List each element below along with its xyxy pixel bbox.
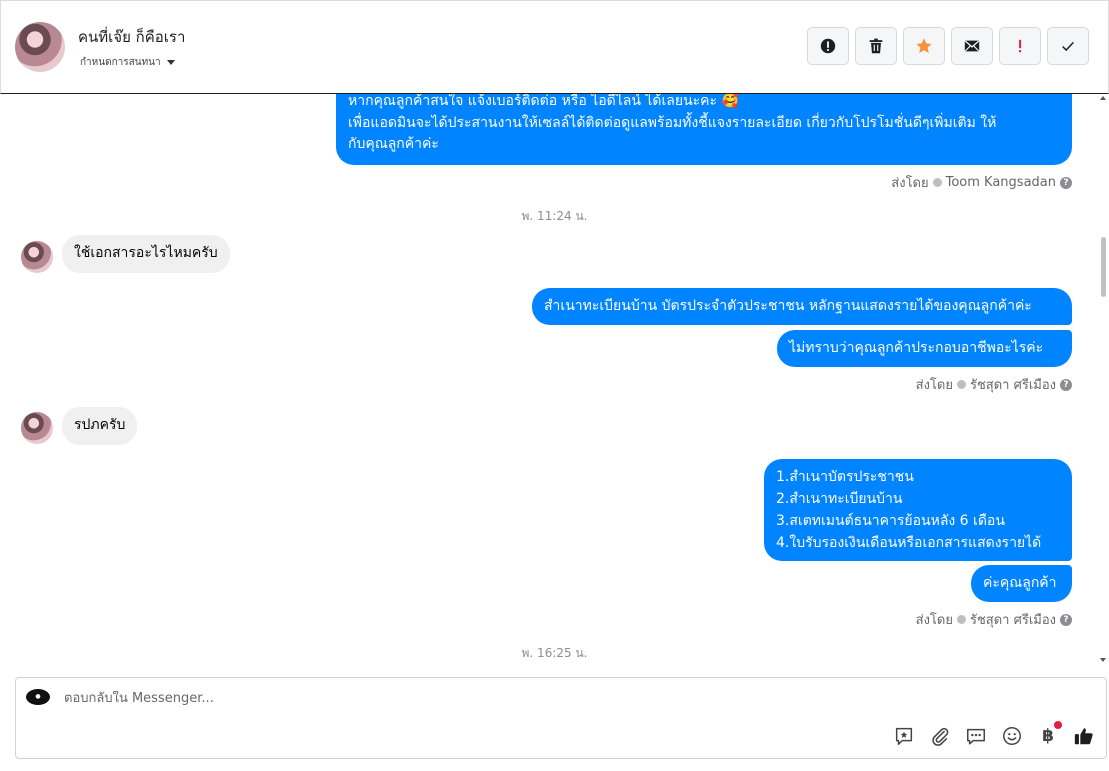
envelope-icon bbox=[964, 40, 980, 52]
alert-circle-icon bbox=[820, 38, 836, 54]
reply-input[interactable] bbox=[64, 691, 764, 706]
like-icon bbox=[1074, 728, 1093, 745]
incoming-message[interactable]: รปภครับ bbox=[62, 407, 138, 445]
message-line: 4.ใบรับรองเงินเดือนหรือเอกสารแสดงรายได้ bbox=[776, 535, 1042, 551]
message-line: 2.สำเนาทะเบียนบ้าน bbox=[776, 491, 903, 507]
quick-reply-button[interactable] bbox=[964, 724, 988, 748]
attachment-button[interactable] bbox=[928, 724, 952, 748]
outgoing-message[interactable]: ค่ะคุณลูกค้า bbox=[971, 565, 1072, 602]
payment-icon: ฿ bbox=[1042, 726, 1054, 746]
sent-by-prefix: ส่งโดย bbox=[915, 378, 953, 393]
help-icon[interactable]: ? bbox=[1060, 378, 1072, 391]
sender-status-icon bbox=[956, 380, 966, 389]
saved-reply-button[interactable] bbox=[892, 724, 916, 748]
contact-name[interactable]: คนที่เจ๊ย ก็คือเรา bbox=[78, 25, 185, 49]
help-icon[interactable]: ? bbox=[1060, 613, 1072, 626]
scrollbar[interactable] bbox=[1100, 94, 1108, 664]
sent-by-label: ส่งโดย รัชสุดา ศรีเมือง ? bbox=[916, 609, 1072, 630]
message-thread[interactable]: หากคุณลูกค้าสนใจ แจ้งเบอร์ติดต่อ หรือ ไอ… bbox=[0, 94, 1109, 664]
sender-name: รัชสุดา ศรีเมือง bbox=[969, 378, 1056, 393]
check-icon bbox=[1062, 41, 1074, 52]
notification-dot bbox=[1054, 721, 1062, 729]
help-icon[interactable]: ? bbox=[1060, 176, 1072, 189]
sender-name: รัชสุดา ศรีเมือง bbox=[969, 613, 1056, 628]
page-avatar: ● bbox=[26, 689, 50, 705]
outgoing-message[interactable]: หากคุณลูกค้าสนใจ แจ้งเบอร์ติดต่อ หรือ ไอ… bbox=[336, 94, 1072, 165]
payment-button[interactable]: ฿ bbox=[1036, 721, 1062, 748]
outgoing-message[interactable]: สำเนาทะเบียนบ้าน บัตรประจำตัวประชาชน หลั… bbox=[532, 288, 1072, 325]
message-line: หากคุณลูกค้าสนใจ แจ้งเบอร์ติดต่อ หรือ ไอ… bbox=[348, 94, 739, 109]
sender-status-icon bbox=[956, 615, 966, 624]
outgoing-message[interactable]: 1.สำเนาบัตรประชาชน 2.สำเนาทะเบียนบ้าน 3.… bbox=[764, 459, 1072, 561]
saved-reply-icon bbox=[895, 727, 913, 745]
message-line: กับคุณลูกค้าค่ะ bbox=[348, 136, 439, 152]
incoming-message[interactable]: ใช้เอกสารอะไรไหมครับ bbox=[62, 235, 230, 273]
contact-avatar[interactable] bbox=[15, 22, 65, 72]
message-line: เพื่อแอดมินจะได้ประสานงานให้เซลล์ได้ติดต… bbox=[348, 114, 997, 131]
trash-icon bbox=[869, 38, 883, 54]
outgoing-message[interactable]: ไม่ทราบว่าคุณลูกค้าประกอบอาชีพอะไรค่ะ bbox=[777, 330, 1072, 367]
sender-status-icon bbox=[932, 178, 942, 187]
message-line: 3.สเตทเมนต์ธนาคารย้อนหลัง 6 เดือน bbox=[776, 513, 1005, 529]
timestamp: พ. 16:25 น. bbox=[521, 646, 588, 660]
mark-unread-button[interactable] bbox=[951, 27, 993, 65]
timestamp: พ. 11:24 น. bbox=[521, 209, 588, 223]
mark-done-button[interactable] bbox=[1047, 27, 1089, 65]
quick-reply-icon bbox=[967, 728, 985, 745]
conversation-header: คนที่เจ๊ย ก็คือเรา กำหนดการสนทนา bbox=[0, 0, 1109, 94]
report-spam-button[interactable] bbox=[807, 27, 849, 65]
contact-avatar-small bbox=[21, 412, 53, 444]
star-icon bbox=[916, 38, 932, 54]
star-button[interactable] bbox=[903, 27, 945, 65]
emoji-button[interactable] bbox=[1000, 724, 1024, 748]
header-actions bbox=[807, 27, 1089, 65]
sent-by-prefix: ส่งโดย bbox=[891, 176, 929, 191]
sent-by-label: ส่งโดย รัชสุดา ศรีเมือง ? bbox=[916, 374, 1072, 395]
message-line: 1.สำเนาบัตรประชาชน bbox=[776, 469, 914, 485]
sent-by-prefix: ส่งโดย bbox=[915, 613, 953, 628]
scrollbar-thumb[interactable] bbox=[1101, 237, 1106, 297]
reply-composer: ● ฿ bbox=[15, 677, 1107, 759]
scroll-up-arrow-icon[interactable] bbox=[1100, 96, 1106, 100]
composer-toolbar: ฿ bbox=[892, 721, 1096, 748]
exclamation-icon bbox=[1019, 39, 1022, 53]
contact-avatar-small bbox=[21, 241, 53, 273]
assign-conversation-dropdown[interactable]: กำหนดการสนทนา bbox=[80, 55, 175, 70]
assign-conversation-label: กำหนดการสนทนา bbox=[80, 57, 161, 68]
messenger-inbox-window: คนที่เจ๊ย ก็คือเรา กำหนดการสนทนา หากคุณล… bbox=[0, 0, 1109, 771]
emoji-icon bbox=[1003, 727, 1021, 745]
sent-by-label: ส่งโดย Toom Kangsadan ? bbox=[891, 172, 1072, 193]
follow-up-button[interactable] bbox=[999, 27, 1041, 65]
scroll-down-arrow-icon[interactable] bbox=[1100, 658, 1106, 662]
caret-down-icon bbox=[166, 60, 175, 65]
sender-name: Toom Kangsadan bbox=[945, 175, 1056, 190]
attachment-icon bbox=[932, 727, 949, 746]
delete-button[interactable] bbox=[855, 27, 897, 65]
like-button[interactable] bbox=[1072, 724, 1096, 748]
